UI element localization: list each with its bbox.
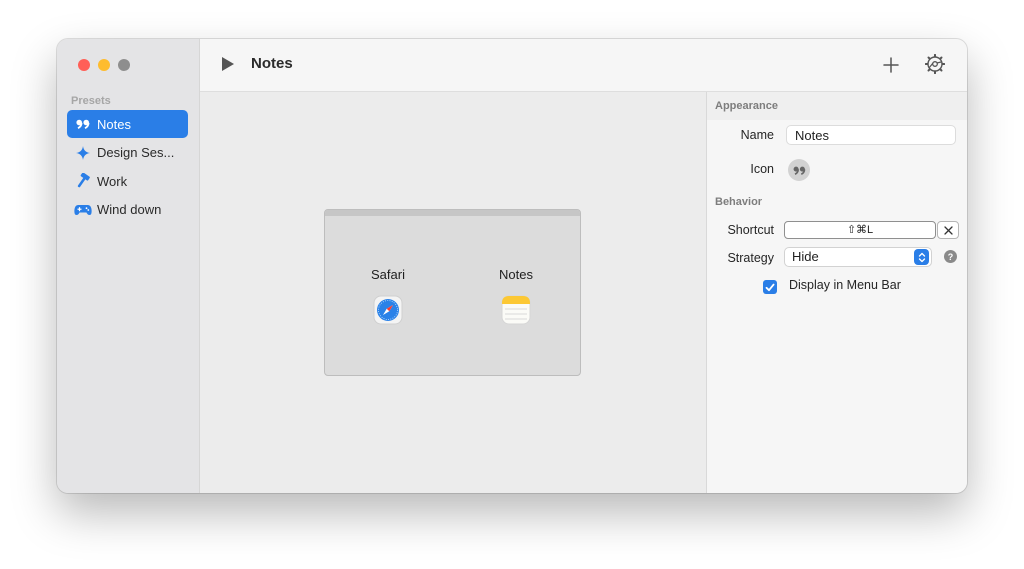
sidebar-item-label: Wind down: [97, 202, 162, 217]
gamecontroller-icon: [74, 204, 92, 216]
settings-button[interactable]: [923, 52, 947, 76]
close-icon: [943, 225, 953, 235]
window-controls: [78, 59, 130, 71]
presets-section-label: Presets: [71, 95, 111, 107]
sidebar-item-work[interactable]: Work: [67, 167, 188, 195]
sparkle-icon: [74, 145, 92, 160]
icon-picker-button[interactable]: [788, 159, 810, 181]
plus-icon: [883, 57, 899, 73]
checkmark-icon: [765, 283, 775, 291]
preset-list: Notes Design Ses... Work Wind down: [67, 110, 188, 224]
sidebar-item-notes[interactable]: Notes: [67, 110, 188, 138]
shortcut-label: Shortcut: [727, 223, 774, 237]
sidebar-item-label: Design Ses...: [97, 145, 175, 160]
quote-icon: [74, 119, 92, 129]
card-top-bar: [325, 210, 580, 216]
display-menu-bar-label[interactable]: Display in Menu Bar: [789, 278, 901, 292]
close-button[interactable]: [78, 59, 90, 71]
quote-icon: [793, 166, 805, 175]
toolbar: Notes: [200, 39, 967, 92]
sidebar-item-wind-down[interactable]: Wind down: [67, 196, 188, 224]
play-icon[interactable]: [221, 56, 235, 77]
hammer-icon: [74, 173, 92, 189]
clear-shortcut-button[interactable]: [937, 221, 959, 239]
chevron-updown-icon: [914, 249, 929, 265]
sidebar-item-design-session[interactable]: Design Ses...: [67, 139, 188, 167]
help-button[interactable]: ?: [944, 250, 957, 263]
name-field[interactable]: Notes: [786, 125, 956, 145]
gear-icon: [925, 54, 945, 74]
safari-icon: [373, 295, 403, 325]
zoom-button[interactable]: [118, 59, 130, 71]
sidebar: Presets Notes Design Ses... Work Wind do…: [57, 39, 200, 493]
strategy-select[interactable]: Hide: [784, 247, 932, 267]
icon-label: Icon: [750, 162, 774, 176]
app-window: Presets Notes Design Ses... Work Wind do…: [57, 39, 967, 493]
preset-canvas: Safari Notes: [200, 92, 706, 493]
minimize-button[interactable]: [98, 59, 110, 71]
inspector-panel: Appearance Name Notes Icon Behavior Shor…: [706, 92, 967, 493]
strategy-value: Hide: [792, 249, 819, 264]
app-name: Notes: [499, 267, 533, 282]
sidebar-item-label: Work: [97, 173, 128, 189]
add-preset-button[interactable]: [879, 53, 903, 77]
app-name: Safari: [371, 267, 405, 282]
notes-app-icon: [501, 295, 531, 325]
app-tile-notes[interactable]: Notes: [476, 267, 556, 325]
appearance-section-label: Appearance: [715, 100, 778, 112]
app-tile-safari[interactable]: Safari: [348, 267, 428, 325]
behavior-section-label: Behavior: [715, 196, 763, 208]
shortcut-recorder[interactable]: ⇧⌘L: [784, 221, 936, 239]
sidebar-item-label: Notes: [97, 116, 131, 132]
name-label: Name: [740, 128, 774, 142]
page-title: Notes: [251, 55, 293, 72]
strategy-label: Strategy: [727, 251, 774, 265]
preset-preview-card[interactable]: Safari Notes: [324, 209, 581, 376]
display-menu-bar-checkbox[interactable]: [763, 280, 777, 294]
